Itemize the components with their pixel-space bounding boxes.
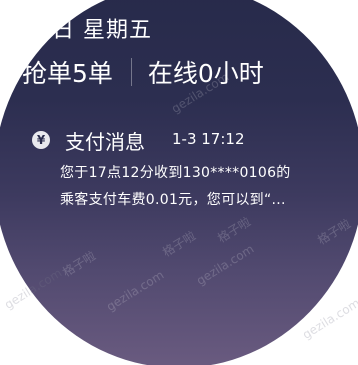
notification-title: 支付消息 [65, 130, 145, 154]
notification-body-line-2: 乘客支付车费0.01元，您可以到“... [60, 192, 286, 208]
watermark: gezila.com [324, 9, 358, 56]
driver-stats-row: 抢单5单 在线0小时 [22, 52, 264, 92]
watermark: 格子啦 [60, 248, 99, 280]
notification-body-line-1: 您于17点12分收到130****0106的 [60, 165, 291, 181]
stats-divider [130, 58, 132, 86]
yen-icon: ¥ [32, 131, 50, 149]
watermark: gezila.com [194, 241, 257, 288]
date-weekday-label: 日 星期五 [52, 18, 152, 43]
watermark: 格子啦 [160, 228, 199, 260]
watermark: 格子啦 [315, 216, 354, 248]
orders-grabbed-count: 抢单5单 [22, 59, 113, 88]
notification-time: 1-3 17:12 [172, 130, 245, 148]
watermark: gezila.com [104, 267, 167, 314]
watch-screen: 日 星期五 抢单5单 在线0小时 ¥ 支付消息 1-3 17:12 您于17点1… [0, 0, 358, 365]
